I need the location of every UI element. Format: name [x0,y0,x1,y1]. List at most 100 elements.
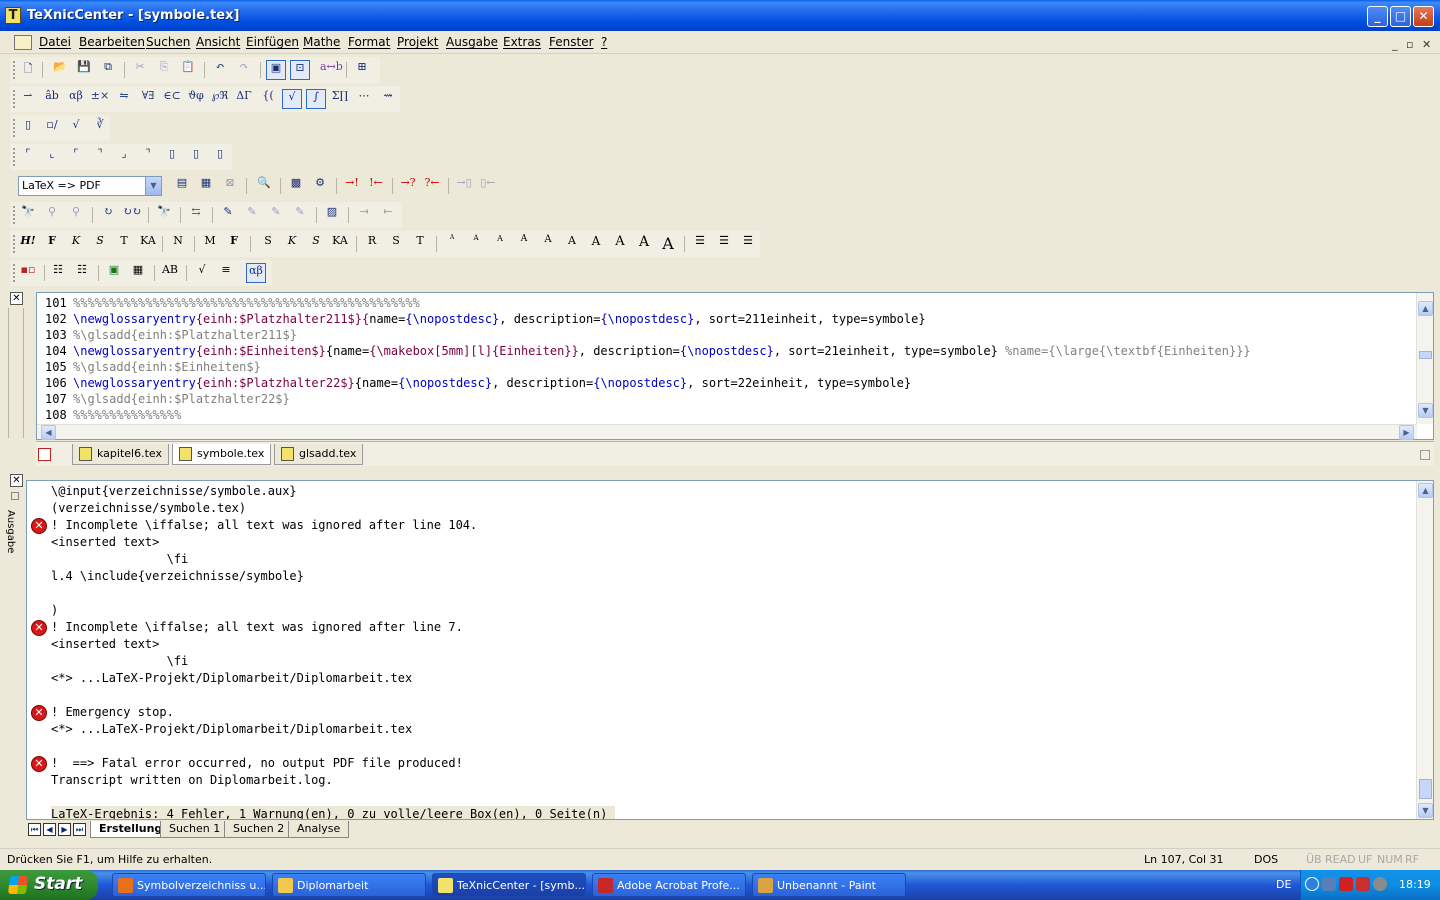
clear-bookmarks-icon[interactable]: ✎ [290,205,310,225]
subscript-icon[interactable]: ▯ [18,118,38,138]
output-pin-icon[interactable] [11,492,19,500]
tab-menu-icon[interactable] [1420,450,1430,460]
maximize-button[interactable]: □ [1390,6,1411,27]
square-root-icon[interactable]: √ [66,118,86,138]
minimize-button[interactable]: _ [1367,6,1388,27]
error-icon[interactable]: ✕ [31,756,47,772]
bracket-decoration-1-icon[interactable]: ⌜ [18,147,38,167]
output-error-line[interactable]: ! ==> Fatal error occurred, no output PD… [51,755,463,772]
menu-extras[interactable]: Extras [503,35,541,49]
align-right-icon[interactable]: ☰ [738,234,758,254]
save-all-icon[interactable]: ⧉ [98,60,118,80]
scroll-thumb[interactable] [1419,351,1432,359]
nth-root-icon[interactable]: ∛ [90,118,110,138]
cut-icon[interactable]: ✂ [130,60,150,80]
integral-icon[interactable]: ∫ [306,89,326,109]
previous-bookmark-icon[interactable]: ✎ [266,205,286,225]
slanted-shape-icon[interactable]: S [306,234,326,254]
build-icon[interactable]: ▤ [172,176,192,196]
normal-font-icon[interactable]: N [168,234,188,254]
scroll-up-icon[interactable]: ▲ [1418,483,1433,498]
output-line[interactable]: <inserted text> [51,534,159,551]
next-badbox-icon[interactable]: →▯ [454,176,474,196]
cancel-build-icon[interactable]: ⊠ [220,176,240,196]
menu-ausgabe[interactable]: Ausgabe [446,35,498,49]
build-all-icon[interactable]: ▦ [196,176,216,196]
build-project-icon[interactable]: ▩ [286,176,306,196]
overbrace-icon[interactable]: ▯ [162,147,182,167]
tab-glsadd[interactable]: glsadd.tex [274,444,364,465]
previous-error-icon[interactable]: !← [366,176,386,196]
delimiter-icon[interactable]: {( [258,89,278,109]
heading-icon[interactable]: H! [18,234,38,254]
typewriter-icon[interactable]: T [114,234,134,254]
editor-horizontal-scrollbar[interactable]: ◀ ▶ [37,424,1417,440]
error-icon[interactable]: ✕ [31,620,47,636]
relation-icon[interactable]: ⇋ [114,89,134,109]
output-line[interactable]: <*> ...LaTeX-Projekt/Diplomarbeit/Diplom… [51,721,412,738]
editor-line[interactable]: 101%%%%%%%%%%%%%%%%%%%%%%%%%%%%%%%%%%%%%… [37,295,1417,311]
goto-icon[interactable]: ⇆ [186,205,206,225]
toolbar-grip[interactable] [13,148,16,166]
editor-line[interactable]: 103 %\glsadd{einh:$Platzhalter211$} [37,327,1417,343]
font-size-huge-icon[interactable]: A [634,234,654,254]
output-line[interactable]: \fi [51,551,189,568]
insert-table-icon[interactable]: ▦ [128,263,148,283]
italic-shape-icon[interactable]: K [282,234,302,254]
open-folder-icon[interactable]: 📂 [50,60,70,80]
language-indicator[interactable]: DE [1276,878,1291,891]
bold-icon[interactable]: F [42,234,62,254]
find-in-files-icon[interactable]: 🔭 [154,205,174,225]
indent-icon[interactable]: ⇥ [354,205,374,225]
roman-shape-icon[interactable]: S [258,234,278,254]
medium-series-icon[interactable]: M [200,234,220,254]
font-size-tiny-icon[interactable]: A [442,234,462,254]
bracket-decoration-5-icon[interactable]: ⌟ [114,147,134,167]
font-size-scriptsize-icon[interactable]: A [466,234,486,254]
task-texniccenter[interactable]: TeXnicCenter - [symb... [432,873,586,897]
structure-view-icon[interactable]: ⊞ [352,60,372,80]
bracket-decoration-3-icon[interactable]: ⌜ [66,147,86,167]
replace-all-icon[interactable]: ↻↻ [122,205,142,225]
bracket-decoration-2-icon[interactable]: ⌞ [42,147,62,167]
insert-equation-array-icon[interactable]: ≡ [216,263,236,283]
next-bookmark-icon[interactable]: ✎ [242,205,262,225]
binary-op-icon[interactable]: ±× [90,89,110,109]
workspace-collapsed-panel[interactable] [8,308,24,438]
replace-icon[interactable]: ↻ [98,205,118,225]
previous-warning-icon[interactable]: ?← [422,176,442,196]
tab-analyse[interactable]: Analyse [288,821,350,838]
menu-help[interactable]: ? [601,35,607,49]
font-size-large-icon[interactable]: A [562,234,582,254]
dots-icon[interactable]: ⋯ [354,89,374,109]
small-caps-icon[interactable]: KA [138,234,158,254]
menu-format[interactable]: Format [348,35,390,49]
output-line[interactable]: (verzeichnisse/symbole.tex) [51,500,246,517]
insert-superscript-icon[interactable]: AB [160,263,180,283]
insert-environment-icon[interactable]: ▪▫ [18,263,38,283]
error-icon[interactable]: ✕ [31,705,47,721]
scroll-thumb[interactable] [1419,779,1432,799]
output-line[interactable]: <inserted text> [51,636,159,653]
tab-kapitel6[interactable]: kapitel6.tex [72,444,169,465]
previous-tab-icon[interactable]: ◀ [43,823,56,836]
copy-icon[interactable]: ⎘ [154,60,174,80]
accent-symbol-icon[interactable]: âb [42,89,62,109]
editor-line[interactable]: 104 \newglossaryentry{einh:$Einheiten$}{n… [37,343,1417,359]
next-tab-icon[interactable]: ▶ [58,823,71,836]
scroll-right-icon[interactable]: ▶ [1399,425,1414,440]
editor-line[interactable]: 108%%%%%%%%%%%%%%% [37,407,1417,423]
insert-displaymath-icon[interactable]: αβ [246,263,266,283]
tray-show-hidden-icon[interactable] [1305,877,1319,891]
roman-family-icon[interactable]: R [362,234,382,254]
start-button[interactable]: Start [0,870,98,900]
first-tab-icon[interactable]: ⏮ [28,823,41,836]
font-size-Large-icon[interactable]: A [586,234,606,254]
tab-symbole[interactable]: symbole.tex [172,444,272,465]
editor-line[interactable]: 105 %\glsadd{einh:$Einheiten$} [37,359,1417,375]
output-error-line[interactable]: ! Incomplete \iffalse; all text was igno… [51,517,477,534]
view-output-icon[interactable]: 🔍 [254,176,274,196]
sqrt-fraction-icon[interactable]: √ [282,89,302,109]
outdent-icon[interactable]: ⇤ [378,205,398,225]
build-and-view-icon[interactable]: ⚙ [310,176,330,196]
